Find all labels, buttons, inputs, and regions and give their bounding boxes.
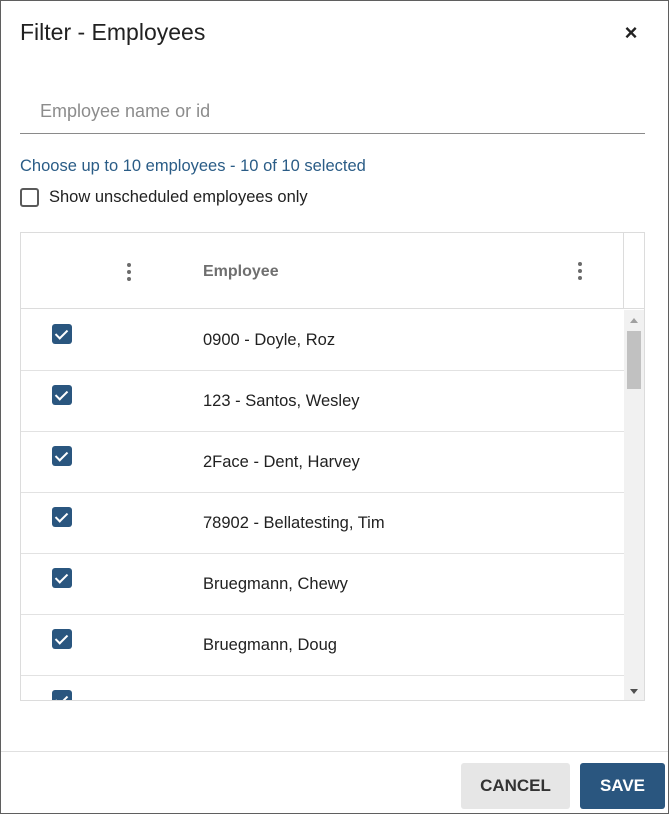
row-checkbox[interactable] <box>52 568 72 588</box>
row-checkbox[interactable] <box>52 385 72 405</box>
close-icon: × <box>624 20 638 45</box>
row-checkbox[interactable] <box>52 507 72 527</box>
search-field <box>20 89 645 134</box>
save-button[interactable]: SAVE <box>580 763 665 809</box>
grid-rows: 0900 - Doyle, Roz 123 - Santos, Wesley 2… <box>21 310 624 700</box>
table-row[interactable]: 0900 - Doyle, Roz <box>21 310 624 371</box>
footer-divider <box>1 751 668 752</box>
scrollbar-thumb[interactable] <box>627 331 641 389</box>
row-checkbox[interactable] <box>52 446 72 466</box>
employee-name: Bruegmann, Chewy <box>203 575 348 593</box>
employee-grid: Employee 0900 - Doyle, Roz 123 - Santos,… <box>20 232 645 701</box>
table-row[interactable] <box>21 676 624 700</box>
table-row[interactable]: Bruegmann, Chewy <box>21 554 624 615</box>
unscheduled-label: Show unscheduled employees only <box>49 188 308 206</box>
table-row[interactable]: Bruegmann, Doug <box>21 615 624 676</box>
dialog-title: Filter - Employees <box>20 19 206 45</box>
row-checkbox[interactable] <box>52 324 72 344</box>
employee-column-menu-icon[interactable] <box>573 260 587 282</box>
header-divider <box>623 233 624 309</box>
employee-column-header[interactable]: Employee <box>203 263 279 281</box>
unscheduled-toggle[interactable]: Show unscheduled employees only <box>20 188 308 207</box>
table-row[interactable]: 123 - Santos, Wesley <box>21 371 624 432</box>
grid-scrollbar[interactable] <box>624 310 644 700</box>
table-row[interactable]: 78902 - Bellatesting, Tim <box>21 493 624 554</box>
table-row[interactable]: 2Face - Dent, Harvey <box>21 432 624 493</box>
row-checkbox[interactable] <box>52 629 72 649</box>
unscheduled-checkbox[interactable] <box>20 188 39 207</box>
employee-name: 2Face - Dent, Harvey <box>203 453 360 471</box>
selection-hint: Choose up to 10 employees - 10 of 10 sel… <box>20 157 366 175</box>
scroll-down-icon[interactable] <box>624 683 644 700</box>
employee-name: 123 - Santos, Wesley <box>203 392 360 410</box>
select-column-menu-icon[interactable] <box>122 261 136 283</box>
employee-name: 78902 - Bellatesting, Tim <box>203 514 385 532</box>
grid-header: Employee <box>21 233 644 309</box>
scroll-up-icon[interactable] <box>624 312 644 329</box>
employee-name: 0900 - Doyle, Roz <box>203 331 336 349</box>
cancel-button[interactable]: CANCEL <box>461 763 570 809</box>
filter-employees-dialog: Filter - Employees × Choose up to 10 emp… <box>0 0 669 814</box>
close-button[interactable]: × <box>615 19 647 47</box>
employee-name: Bruegmann, Doug <box>203 636 337 654</box>
row-checkbox[interactable] <box>52 690 72 700</box>
search-input[interactable] <box>20 89 645 133</box>
